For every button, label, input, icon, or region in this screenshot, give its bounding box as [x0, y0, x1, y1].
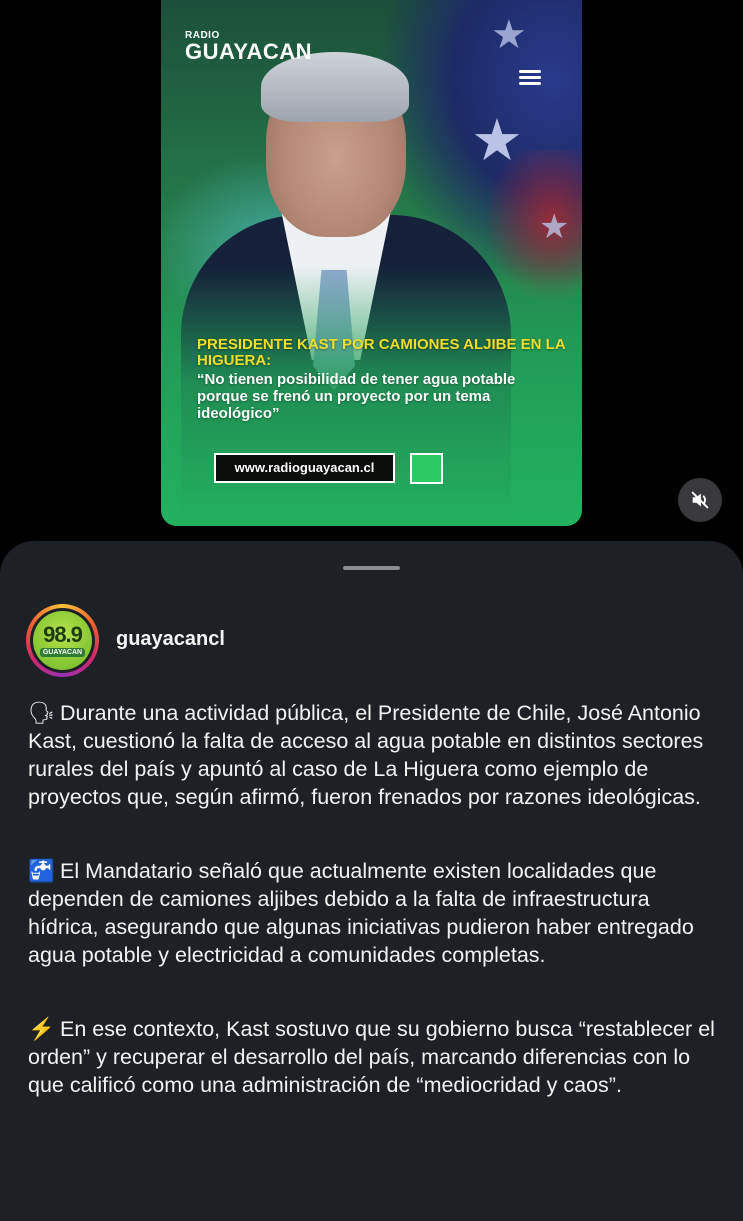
logo-brand-text: GUAYACAN: [185, 39, 313, 64]
post-caption: 🗣 Durante una actividad pública, el Pres…: [28, 699, 718, 1145]
flag-star-icon: ★: [539, 208, 570, 246]
lightning-icon: ⚡: [28, 1017, 55, 1041]
speaker-muted-icon: [691, 491, 709, 509]
post-sheet: 98.9 GUAYACAN guayacancl 🗣 Durante una a…: [0, 541, 743, 1221]
mute-button[interactable]: [678, 478, 722, 522]
username[interactable]: guayacancl: [116, 628, 225, 651]
video-quote: “No tienen posibilidad de tener agua pot…: [197, 371, 516, 422]
caption-paragraph: 🚰 El Mandatario señaló que actualmente e…: [28, 857, 718, 969]
caption-paragraph: ⚡ En ese contexto, Kast sostuvo que su g…: [28, 1015, 718, 1099]
menu-icon[interactable]: [519, 70, 541, 86]
radio-logo: RADIO GUAYACAN: [185, 30, 312, 65]
avatar[interactable]: 98.9 GUAYACAN: [26, 604, 99, 677]
water-tap-icon: 🚰: [28, 859, 55, 883]
avatar-brand: GUAYACAN: [39, 648, 86, 657]
flag-star-icon: ★: [491, 13, 527, 57]
caption-text: Durante una actividad pública, el Presid…: [28, 701, 704, 809]
caption-text: El Mandatario señaló que actualmente exi…: [28, 859, 694, 967]
video-player[interactable]: ★ ★ ★ RADIO GUAYACAN PRESIDENTE KAST POR…: [161, 0, 582, 526]
speaking-head-icon: 🗣: [28, 701, 56, 725]
sheet-drag-handle[interactable]: [343, 566, 400, 570]
flag-star-icon: ★: [471, 108, 523, 173]
caption-text: En ese contexto, Kast sostuvo que su gob…: [28, 1017, 715, 1097]
website-url: www.radioguayacan.cl: [214, 453, 395, 483]
decorative-green-square: [410, 453, 443, 484]
avatar-frequency: 98.9: [43, 622, 83, 647]
video-headline: PRESIDENTE KAST POR CAMIONES ALJIBE EN L…: [197, 336, 566, 369]
station-logo: 98.9 GUAYACAN: [33, 611, 92, 670]
caption-paragraph: 🗣 Durante una actividad pública, el Pres…: [28, 699, 718, 811]
